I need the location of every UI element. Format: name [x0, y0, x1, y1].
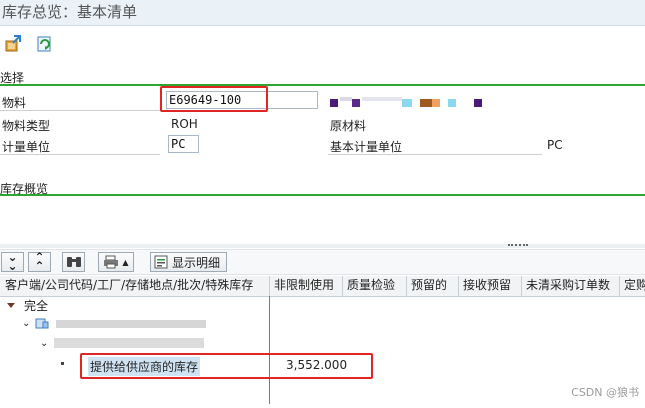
- leaf-bullet-icon: [61, 362, 64, 365]
- collapse-client-icon[interactable]: ⌄: [22, 318, 30, 329]
- material-underline: [0, 110, 160, 111]
- collapse-all-icon: ⌃ ⌃: [34, 250, 45, 273]
- tree-root-label[interactable]: 完全: [24, 297, 48, 314]
- export-icon[interactable]: [2, 31, 26, 55]
- window-title: 库存总览：基本清单: [0, 0, 645, 26]
- tree-column-divider: [269, 296, 270, 404]
- building-icon: [35, 317, 49, 329]
- show-detail-label: 显示明细: [172, 255, 221, 270]
- expand-all-button[interactable]: ⌄ ⌄: [1, 250, 24, 273]
- alv-toolbar: ⌄ ⌄ ⌃ ⌃ ▲ 显示明细: [0, 249, 645, 275]
- overview-divider: [0, 194, 645, 196]
- base-unit-value: PC: [547, 138, 563, 152]
- col-ordered[interactable]: 定购: [620, 276, 645, 296]
- highlight-special-stock: [80, 353, 373, 379]
- find-button[interactable]: [62, 252, 85, 272]
- detail-icon: [154, 255, 168, 269]
- refresh-icon[interactable]: [33, 31, 57, 55]
- collapse-root-icon[interactable]: [6, 299, 16, 309]
- highlight-material: [160, 86, 268, 112]
- material-label: 物料: [2, 96, 27, 110]
- col-hierarchy[interactable]: 客户端/公司代码/工厂/存储地点/批次/特殊库存: [0, 276, 270, 296]
- unit-underline: [0, 154, 160, 155]
- material-description-blurred: [330, 97, 490, 109]
- base-unit-underline: [328, 154, 542, 155]
- binoculars-icon: [66, 257, 81, 267]
- col-unrestricted[interactable]: 非限制使用: [270, 276, 343, 296]
- collapse-all-button[interactable]: ⌃ ⌃: [28, 250, 51, 273]
- dropdown-arrow-icon: ▲: [122, 257, 129, 267]
- app-toolbar: [0, 28, 645, 58]
- plant-blurred: [54, 338, 204, 348]
- collapse-plant-icon[interactable]: ⌄: [40, 338, 48, 349]
- print-button[interactable]: ▲: [98, 252, 134, 272]
- base-unit-label: 基本计量单位: [330, 140, 403, 154]
- expand-all-icon: ⌄ ⌄: [7, 250, 18, 273]
- material-type-label: 物料类型: [2, 119, 51, 133]
- watermark: CSDN @狼书: [571, 386, 639, 399]
- material-type-desc: 原材料: [330, 119, 367, 133]
- col-quality-inspection[interactable]: 质量检验: [343, 276, 407, 296]
- client-blurred: [56, 320, 206, 328]
- selection-divider: [0, 84, 645, 86]
- material-type-value: ROH: [171, 117, 198, 131]
- col-open-po-qty[interactable]: 未清采购订单数: [522, 276, 620, 296]
- show-detail-button[interactable]: 显示明细: [150, 252, 227, 272]
- splitter[interactable]: [0, 244, 645, 248]
- unit-field[interactable]: PC: [168, 135, 199, 153]
- col-reserved[interactable]: 预留的: [407, 276, 459, 296]
- unit-label: 计量单位: [2, 140, 51, 154]
- print-icon: [104, 255, 119, 269]
- col-receipt-reservation[interactable]: 接收预留: [459, 276, 522, 296]
